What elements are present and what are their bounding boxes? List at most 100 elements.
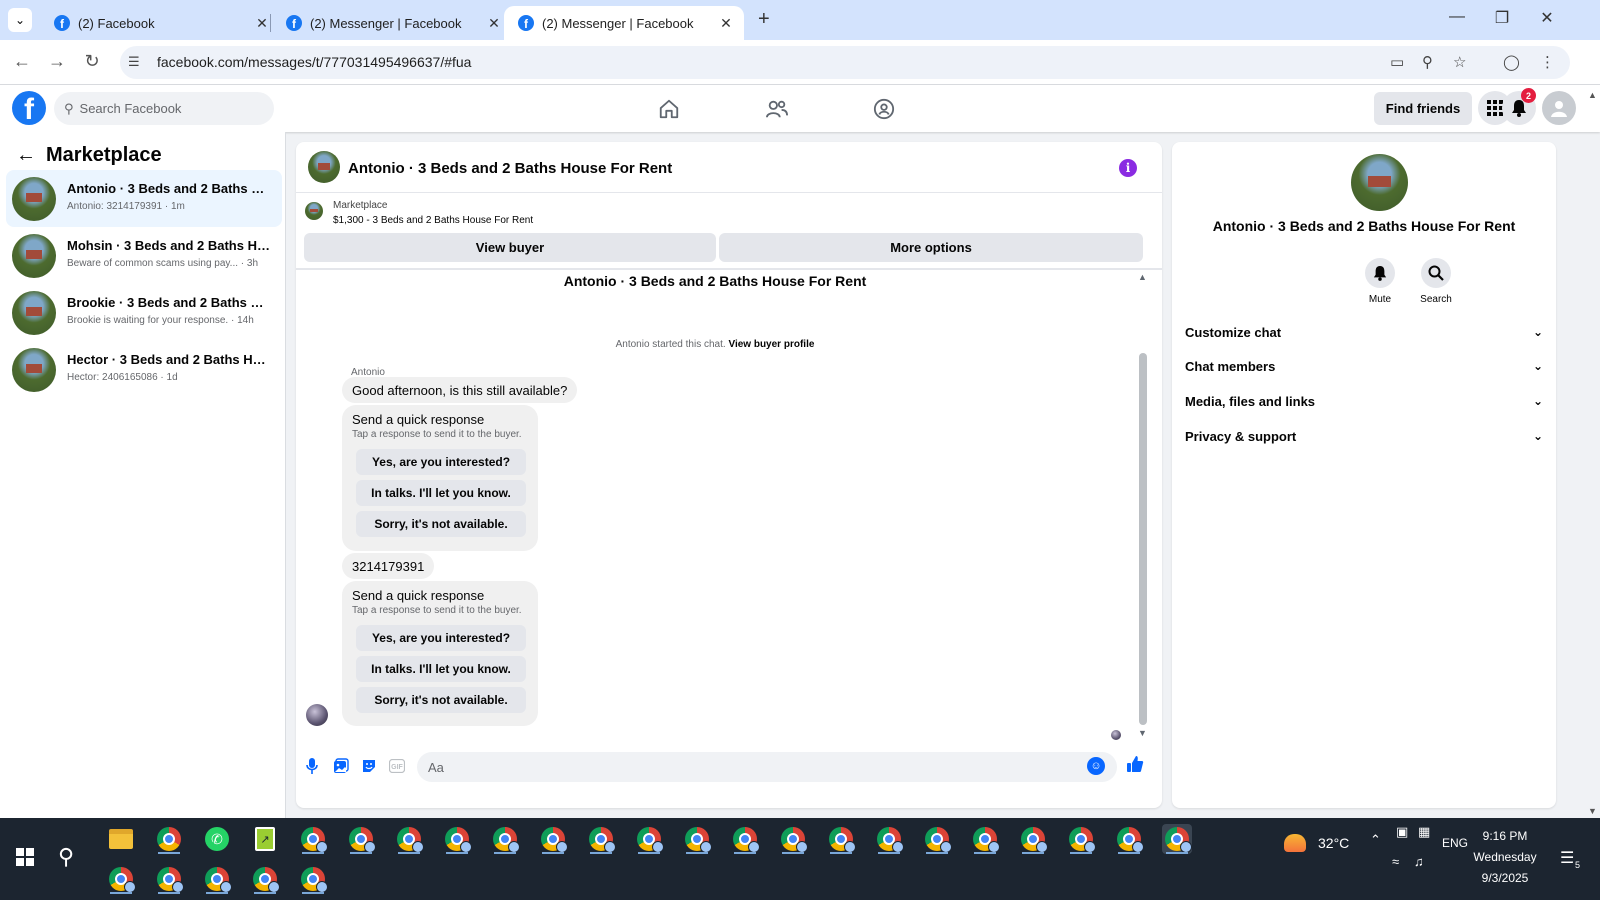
friends-icon[interactable]: [762, 95, 792, 123]
chrome-profile-icon[interactable]: [298, 824, 328, 854]
search-action[interactable]: Search: [1406, 258, 1466, 305]
page-scroll-up-arrow[interactable]: ▲: [1588, 90, 1597, 100]
bookmark-star-icon[interactable]: ☆: [1453, 53, 1466, 71]
zoom-icon[interactable]: ⚲: [1422, 53, 1433, 71]
chrome-profile-icon[interactable]: [298, 864, 328, 894]
chrome-profile-icon[interactable]: [1066, 824, 1096, 854]
privacy-support-section[interactable]: Privacy & support ⌄: [1185, 424, 1543, 448]
chrome-profile-icon[interactable]: [442, 824, 472, 854]
bell-icon[interactable]: [1365, 258, 1395, 288]
emoji-icon[interactable]: ☺: [1087, 757, 1105, 775]
whatsapp-icon[interactable]: ✆: [202, 824, 232, 854]
url-text[interactable]: facebook.com/messages/t/777031495496637/…: [157, 54, 471, 70]
media-files-links-section[interactable]: Media, files and links ⌄: [1185, 389, 1543, 413]
view-buyer-button[interactable]: View buyer: [304, 233, 716, 262]
quick-reply-interested-button[interactable]: Yes, are you interested?: [356, 449, 526, 475]
sticker-icon[interactable]: [359, 756, 379, 776]
page-scroll-down-arrow[interactable]: ▼: [1588, 806, 1597, 816]
chrome-profile-icon[interactable]: [634, 824, 664, 854]
chrome-profile-icon[interactable]: [682, 824, 712, 854]
conversation-item[interactable]: Antonio · 3 Beds and 2 Baths House For R…: [6, 170, 282, 227]
profile-icon[interactable]: ◯: [1503, 53, 1520, 71]
chrome-profile-icon[interactable]: [202, 864, 232, 894]
home-icon[interactable]: [654, 95, 684, 123]
chat-members-section[interactable]: Chat members ⌄: [1185, 354, 1543, 378]
chrome-profile-icon[interactable]: [778, 824, 808, 854]
reload-button[interactable]: ↻: [80, 51, 104, 72]
info-icon[interactable]: i: [1119, 159, 1137, 177]
chrome-profile-icon[interactable]: [1114, 824, 1144, 854]
browser-tab-messenger-active[interactable]: f (2) Messenger | Facebook ✕: [504, 6, 744, 40]
windows-start-icon[interactable]: [16, 848, 34, 866]
weather-widget[interactable]: 32°C: [1284, 834, 1349, 852]
search-icon[interactable]: [1421, 258, 1451, 288]
conversation-item[interactable]: Hector · 3 Beds and 2 Baths House For Re…: [6, 341, 282, 398]
minimize-button[interactable]: —: [1442, 8, 1472, 26]
conversation-item[interactable]: Brookie · 3 Beds and 2 Baths House For R…: [6, 284, 282, 341]
facebook-logo-icon[interactable]: f: [12, 91, 46, 125]
battery-icon[interactable]: ▦: [1418, 824, 1430, 840]
scroll-up-arrow[interactable]: ▲: [1138, 272, 1147, 282]
close-icon[interactable]: ✕: [486, 15, 502, 32]
chrome-profile-icon[interactable]: [106, 864, 136, 894]
message-bubble[interactable]: Good afternoon, is this still available?: [342, 377, 578, 403]
listing-summary[interactable]: $1,300 - 3 Beds and 2 Baths House For Re…: [333, 215, 533, 226]
chrome-profile-icon[interactable]: [922, 824, 952, 854]
scroll-down-arrow[interactable]: ▼: [1138, 728, 1147, 738]
quick-reply-in-talks-button[interactable]: In talks. I'll let you know.: [356, 480, 526, 506]
wifi-icon[interactable]: ≈: [1392, 854, 1399, 869]
mute-action[interactable]: Mute: [1350, 258, 1410, 305]
show-hidden-icons-chevron[interactable]: ⌃: [1370, 832, 1381, 848]
forward-button[interactable]: →: [45, 51, 69, 72]
more-options-button[interactable]: More options: [719, 233, 1143, 262]
chrome-profile-icon[interactable]: [730, 824, 760, 854]
chrome-profile-icon[interactable]: [826, 824, 856, 854]
back-arrow-icon[interactable]: ←: [16, 144, 36, 167]
message-input[interactable]: Aa ☺: [417, 752, 1117, 782]
system-clock[interactable]: 9:16 PM Wednesday 9/3/2025: [1450, 826, 1560, 889]
window-close-button[interactable]: ✕: [1532, 8, 1562, 28]
spreadsheet-app-icon[interactable]: ↗: [250, 824, 280, 854]
chat-scrollbar[interactable]: [1139, 353, 1147, 725]
browser-tab-messenger[interactable]: f (2) Messenger | Facebook ✕: [272, 6, 512, 40]
meet-now-icon[interactable]: ▣: [1396, 824, 1408, 840]
photo-icon[interactable]: [331, 756, 351, 776]
sender-avatar[interactable]: [306, 704, 328, 726]
thumbs-up-icon[interactable]: [1125, 754, 1145, 774]
chrome-profile-icon[interactable]: [538, 824, 568, 854]
chrome-icon[interactable]: [154, 824, 184, 854]
tab-search-button[interactable]: ⌄: [8, 8, 32, 32]
chrome-profile-icon[interactable]: [154, 864, 184, 894]
chrome-profile-icon[interactable]: [1018, 824, 1048, 854]
chrome-profile-icon[interactable]: [970, 824, 1000, 854]
chrome-profile-icon-active[interactable]: [1162, 824, 1192, 854]
restore-button[interactable]: ❐: [1487, 8, 1517, 28]
close-icon[interactable]: ✕: [718, 15, 734, 32]
gif-icon[interactable]: GIF: [387, 756, 407, 776]
chrome-profile-icon[interactable]: [346, 824, 376, 854]
address-bar[interactable]: ☰ facebook.com/messages/t/77703149549663…: [120, 46, 1570, 79]
file-explorer-icon[interactable]: [106, 824, 136, 854]
install-app-icon[interactable]: ▭: [1390, 53, 1404, 71]
quick-reply-in-talks-button[interactable]: In talks. I'll let you know.: [356, 656, 526, 682]
listing-avatar[interactable]: [1351, 154, 1408, 211]
find-friends-button[interactable]: Find friends: [1374, 92, 1472, 125]
chat-avatar[interactable]: [308, 151, 340, 183]
message-bubble[interactable]: 3214179391: [342, 553, 435, 579]
conversation-item[interactable]: Mohsin · 3 Beds and 2 Baths House For Re…: [6, 227, 282, 284]
view-buyer-profile-link[interactable]: View buyer profile: [728, 339, 814, 350]
menu-icon[interactable]: ⋮: [1540, 53, 1555, 71]
site-settings-icon[interactable]: ☰: [128, 54, 140, 70]
quick-reply-not-available-button[interactable]: Sorry, it's not available.: [356, 511, 526, 537]
quick-reply-interested-button[interactable]: Yes, are you interested?: [356, 625, 526, 651]
back-button[interactable]: ←: [10, 51, 34, 72]
groups-icon[interactable]: [869, 95, 899, 123]
microphone-icon[interactable]: [302, 756, 322, 776]
search-icon[interactable]: ⚲: [58, 844, 74, 870]
close-icon[interactable]: ✕: [254, 15, 270, 32]
volume-icon[interactable]: ♫: [1414, 854, 1424, 869]
account-avatar[interactable]: [1542, 91, 1576, 125]
chrome-profile-icon[interactable]: [874, 824, 904, 854]
chrome-profile-icon[interactable]: [250, 864, 280, 894]
chrome-profile-icon[interactable]: [586, 824, 616, 854]
